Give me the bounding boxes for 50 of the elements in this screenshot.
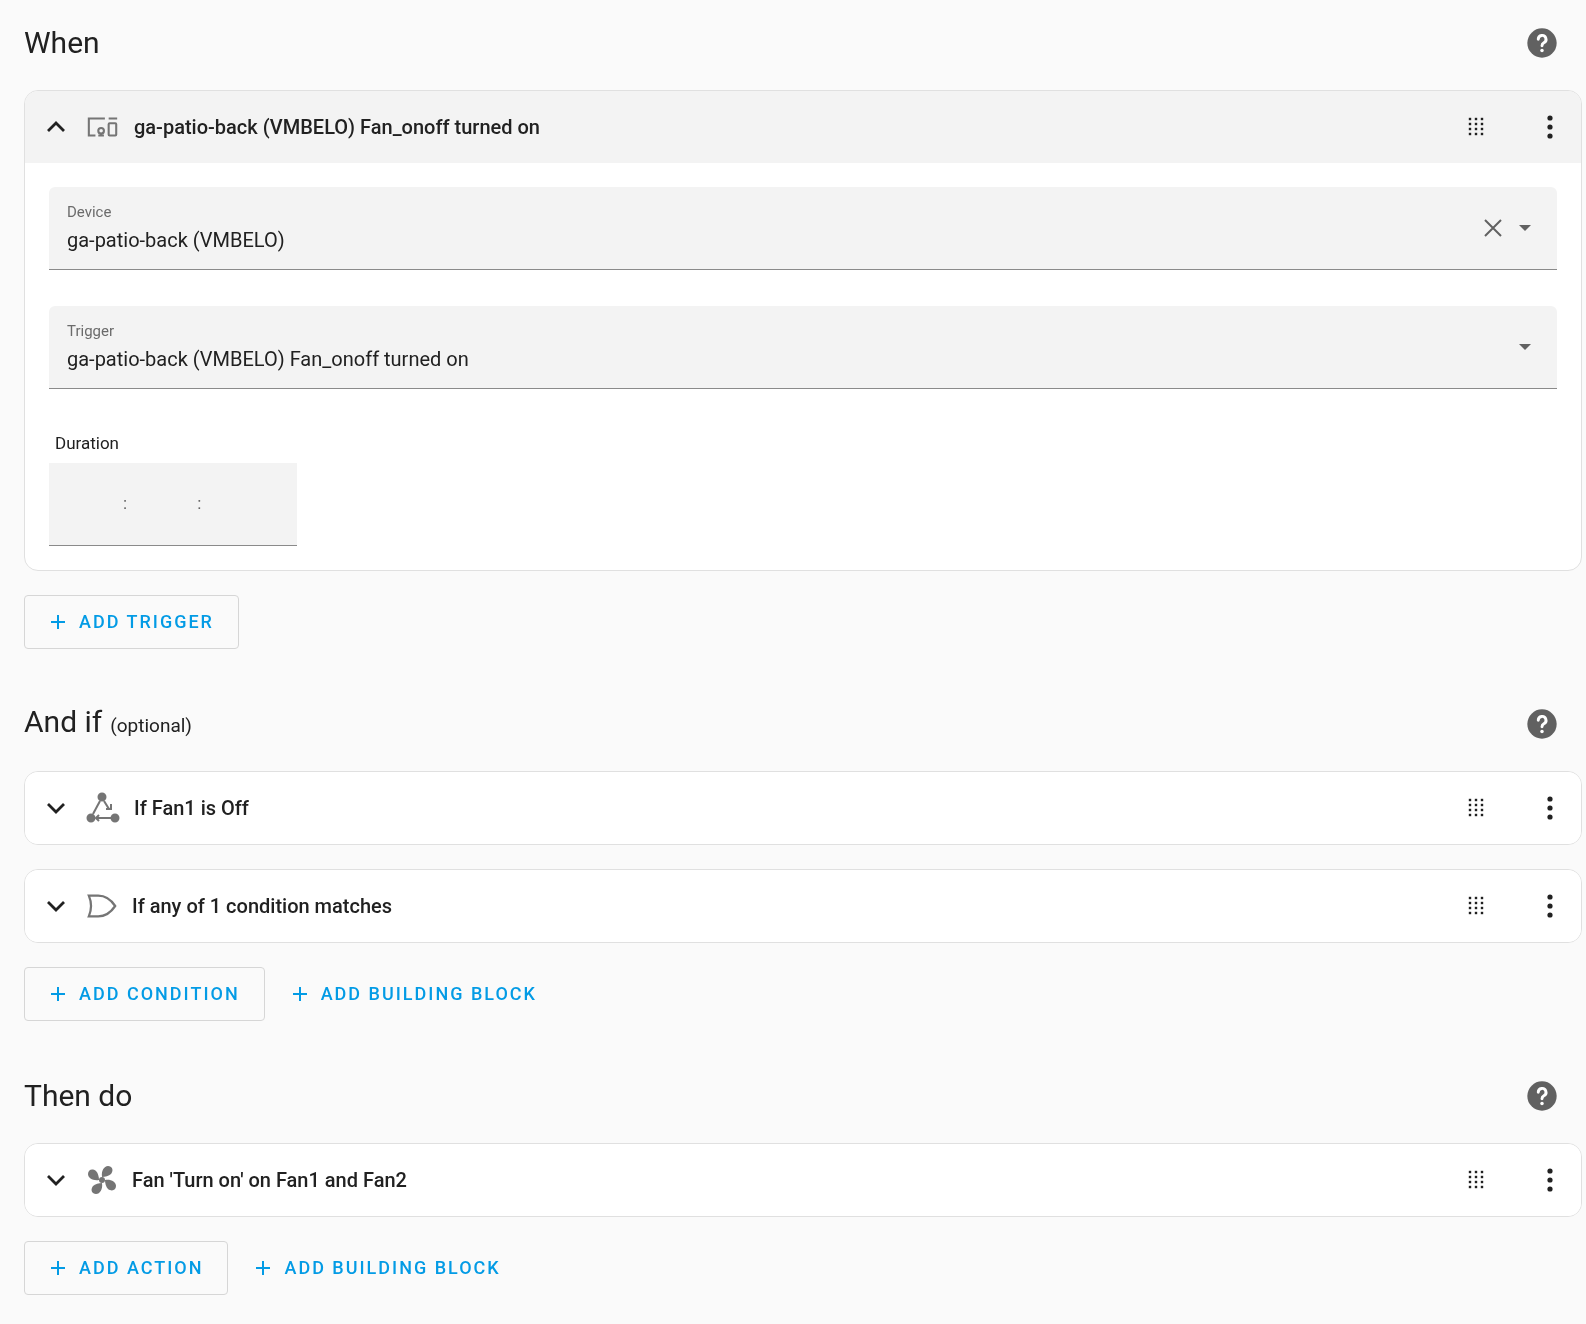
more-options-icon[interactable]: [1547, 1167, 1553, 1192]
field-label: Duration: [55, 432, 120, 455]
plus-icon: [51, 1260, 65, 1275]
time-separator: :: [123, 491, 128, 515]
drag-handle-icon[interactable]: [1467, 117, 1485, 137]
field-value: ga-patio-back (VMBELO) Fan_onoff turned on: [67, 346, 470, 374]
or-gate-icon: [86, 892, 118, 919]
add-button[interactable]: ADD TRIGGER: [24, 594, 239, 649]
network-nodes-icon: [86, 791, 120, 824]
field-label: Device: [67, 201, 113, 223]
select-field[interactable]: Device ga-patio-back (VMBELO): [49, 187, 1557, 270]
add-button[interactable]: ADD CONDITION: [24, 966, 265, 1021]
duration-field[interactable]: : :: [49, 462, 297, 546]
help-icon[interactable]: [1526, 27, 1558, 59]
device-icon: [86, 115, 120, 139]
section-title: Then do: [24, 1080, 133, 1111]
fan-icon: [86, 1163, 118, 1196]
section-subtitle: (optional): [110, 712, 192, 739]
field-value: ga-patio-back (VMBELO): [67, 227, 286, 255]
plus-icon: [51, 614, 65, 629]
section-title: And if: [24, 706, 103, 737]
plus-icon: [256, 1260, 271, 1275]
drag-handle-icon[interactable]: [1467, 895, 1485, 916]
card-title: Fan 'Turn on' on Fan1 and Fan2: [132, 1166, 408, 1194]
section-title: When: [24, 28, 100, 58]
chevron-up-icon[interactable]: [45, 121, 67, 133]
field-label: Trigger: [67, 320, 115, 342]
plus-icon: [292, 986, 307, 1001]
clear-icon[interactable]: [1483, 218, 1503, 238]
add-button[interactable]: ADD BUILDING BLOCK: [266, 966, 561, 1021]
time-separator: :: [197, 491, 202, 515]
add-button[interactable]: ADD BUILDING BLOCK: [230, 1240, 525, 1295]
more-options-icon[interactable]: [1547, 893, 1553, 918]
dropdown-caret-icon: [1519, 225, 1531, 231]
drag-handle-icon[interactable]: [1467, 797, 1485, 818]
chevron-down-icon[interactable]: [45, 899, 67, 912]
drag-handle-icon[interactable]: [1467, 1169, 1485, 1190]
more-options-icon[interactable]: [1547, 115, 1553, 139]
card-title: ga-patio-back (VMBELO) Fan_onoff turned on: [134, 114, 541, 141]
help-icon[interactable]: [1526, 1079, 1558, 1112]
plus-icon: [51, 986, 65, 1001]
chevron-down-icon[interactable]: [45, 801, 67, 814]
chevron-down-icon[interactable]: [45, 1173, 67, 1186]
card-title: If any of 1 condition matches: [132, 892, 393, 920]
select-field[interactable]: Trigger ga-patio-back (VMBELO) Fan_onoff turned on: [49, 306, 1557, 389]
more-options-icon[interactable]: [1547, 795, 1553, 820]
dropdown-caret-icon: [1519, 344, 1531, 350]
help-icon[interactable]: [1526, 707, 1558, 740]
card-title: If Fan1 is Off: [134, 794, 250, 822]
add-button[interactable]: ADD ACTION: [24, 1240, 229, 1295]
